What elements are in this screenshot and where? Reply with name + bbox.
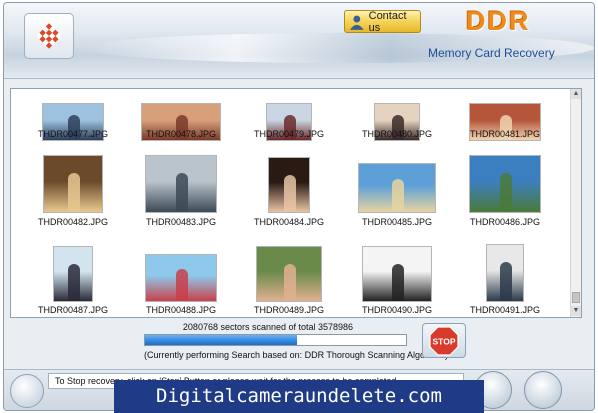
file-thumbnail-grid: THDR00477.JPG THDR00478.JPG THDR00479.JPG T… (11, 89, 571, 317)
file-name-label: THDR00487.JPG (37, 305, 109, 315)
scan-progress-bar (144, 334, 407, 346)
photo-portrait-woman-thumbnail[interactable] (268, 157, 310, 213)
person-icon (349, 15, 364, 30)
thumbnail-subject (176, 173, 188, 212)
file-name-label: THDR00477.JPG (37, 129, 109, 139)
photo-umbrella-beach-thumbnail[interactable] (145, 254, 217, 302)
file-name-label: THDR00488.JPG (145, 305, 217, 315)
thumbnail-subject (68, 263, 80, 301)
brand-name: DDR (466, 6, 531, 36)
stop-button[interactable]: STOP (422, 323, 466, 358)
checker-logo-icon (36, 23, 62, 49)
scroll-down-icon[interactable]: ▼ (571, 306, 581, 316)
thumbnail-subject (392, 179, 404, 212)
file-name-label: THDR00489.JPG (253, 305, 325, 315)
file-name-label: THDR00479.JPG (253, 129, 325, 139)
file-name-label: THDR00482.JPG (37, 217, 109, 227)
scan-progress-fill (145, 335, 297, 345)
thumbnail-subject (392, 263, 404, 301)
photo-woman-smiling-thumbnail[interactable] (53, 246, 93, 302)
info-icon (10, 374, 44, 408)
file-name-label: THDR00483.JPG (145, 217, 217, 227)
product-subtitle: Memory Card Recovery (428, 46, 555, 60)
file-name-label: THDR00481.JPG (469, 129, 541, 139)
scan-algorithm-text: (Currently performing Search based on: D… (144, 350, 448, 360)
photo-woman-standing-thumbnail[interactable] (486, 244, 524, 302)
next-button[interactable] (524, 371, 562, 409)
thumbnail-subject (284, 174, 296, 212)
stop-label: STOP (433, 336, 456, 346)
photo-woman-laptop-thumbnail[interactable] (362, 246, 432, 302)
website-banner: Digitalcameraundelete.com (114, 380, 484, 413)
file-name-label: THDR00490.JPG (361, 305, 433, 315)
photo-friends-thumbnail[interactable] (256, 246, 322, 302)
scroll-up-icon[interactable]: ▲ (571, 89, 581, 99)
sectors-scanned-text: 2080768 sectors scanned of total 3578986 (182, 322, 354, 332)
stop-sign-icon: STOP (429, 325, 459, 356)
file-name-label: THDR00478.JPG (145, 129, 217, 139)
file-name-label: THDR00486.JPG (469, 217, 541, 227)
file-name-label: THDR00485.JPG (361, 217, 433, 227)
thumbnail-subject (176, 269, 188, 301)
file-name-label: THDR00480.JPG (361, 129, 433, 139)
recovered-files-panel: THDR00477.JPG THDR00478.JPG THDR00479.JPG T… (10, 88, 582, 318)
app-window: Contact us DDR Memory Card Recovery THDR… (3, 2, 595, 411)
header: Contact us DDR Memory Card Recovery (4, 3, 594, 79)
vertical-scrollbar[interactable]: ▲ ▼ (570, 89, 581, 317)
thumbnail-subject (500, 173, 512, 212)
photo-beach-thumbnail[interactable] (358, 163, 436, 213)
thumbnail-subject (68, 173, 80, 212)
app-logo (24, 13, 74, 59)
scrollbar-thumb[interactable] (572, 292, 580, 303)
thumbnail-subject (284, 263, 296, 301)
thumbnail-subject (500, 262, 512, 301)
photo-office-thumbnail[interactable] (145, 155, 217, 213)
file-name-label: THDR00484.JPG (253, 217, 325, 227)
file-name-label: THDR00491.JPG (469, 305, 541, 315)
contact-us-button[interactable]: Contact us (344, 9, 421, 34)
photo-two-people-thumbnail[interactable] (43, 155, 103, 213)
contact-us-label: Contact us (368, 9, 407, 34)
photo-islands-thumbnail[interactable] (469, 155, 541, 213)
